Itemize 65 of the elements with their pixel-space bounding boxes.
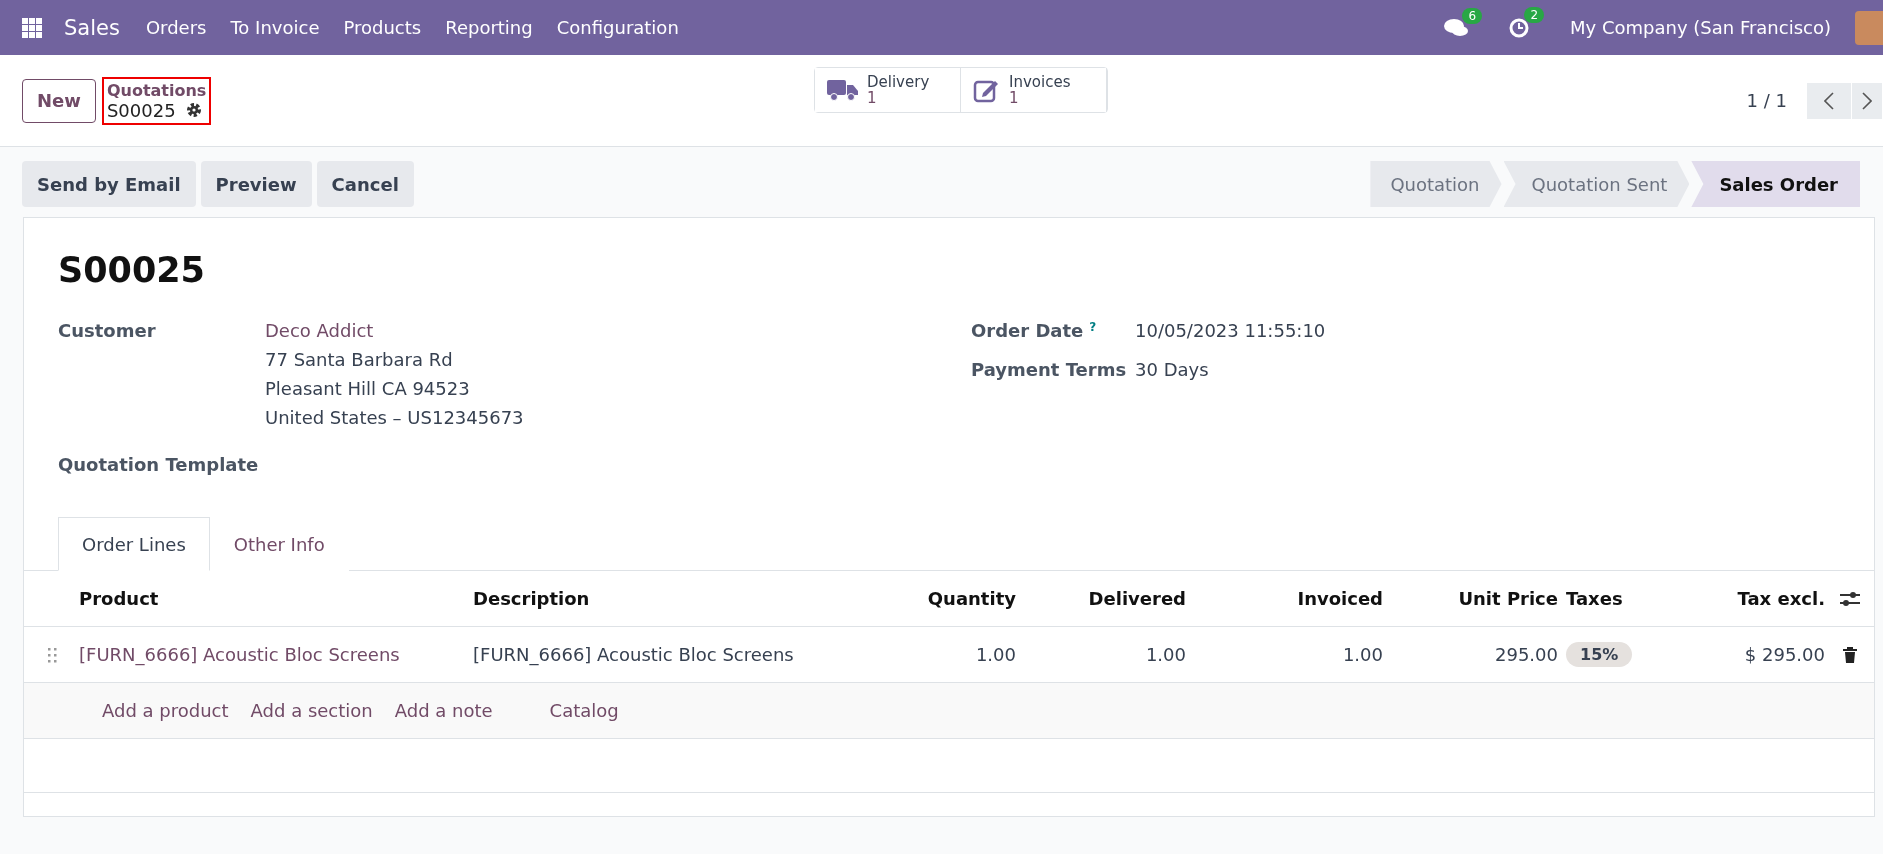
column-header[interactable]: Product — [79, 588, 473, 609]
column-header[interactable]: Invoiced — [1186, 588, 1383, 609]
field-value: 30 Days — [1135, 359, 1209, 380]
app-name[interactable]: Sales — [64, 15, 120, 40]
add-line-link[interactable]: Add a section — [250, 700, 373, 721]
gear-icon[interactable] — [185, 102, 202, 118]
address-line: United States – US12345673 — [265, 407, 524, 428]
next-button[interactable] — [1852, 82, 1882, 119]
table-cell-text: 1.00 — [1144, 644, 1186, 665]
trash-icon[interactable] — [1842, 646, 1857, 663]
status-step[interactable]: Quotation — [1370, 161, 1502, 207]
truck-icon — [827, 78, 859, 102]
table-cell-text: 295.00 — [1494, 644, 1558, 665]
menu-item[interactable]: Configuration — [556, 17, 679, 38]
chevron-right-icon — [1862, 91, 1872, 110]
activity-count: 2 — [1524, 6, 1545, 23]
form-tab[interactable]: Order Lines — [58, 517, 210, 571]
chevron-left-icon — [1824, 91, 1834, 110]
settings-icon[interactable] — [1839, 589, 1860, 608]
field-label: Quotation Template — [58, 454, 260, 475]
clock-icon[interactable] — [1508, 16, 1531, 39]
pager-value: 1 / 1 — [1746, 90, 1787, 111]
customer-link[interactable]: Deco Addict — [265, 320, 524, 341]
status-step[interactable]: Quotation Sent — [1503, 161, 1690, 207]
column-header[interactable]: Description — [473, 588, 883, 609]
tax-tag: 15% — [1566, 642, 1633, 667]
field-label: Order Date $^{?}$ — [971, 320, 1098, 341]
product-link[interactable]: [FURN_6666] Acoustic Bloc Screens — [79, 644, 473, 665]
record-name: S00025 — [106, 99, 176, 121]
table-cell-text: 1.00 — [1341, 644, 1383, 665]
menu-item[interactable]: Products — [343, 17, 422, 38]
message-count: 6 — [1462, 7, 1483, 24]
field-label: Payment Terms — [971, 359, 1128, 380]
status-step[interactable]: Sales Order — [1691, 161, 1860, 207]
previous-button[interactable] — [1807, 82, 1851, 119]
add-line-link[interactable]: Catalog — [549, 700, 619, 721]
apps-grid-icon[interactable] — [22, 17, 42, 38]
column-header[interactable]: Unit Price — [1383, 588, 1558, 609]
breadcrumb-link[interactable]: Quotations — [106, 80, 207, 100]
record-title: S00025 — [58, 250, 206, 290]
drag-handle-icon[interactable] — [46, 646, 57, 663]
chat-icon[interactable] — [1444, 17, 1469, 38]
action-button[interactable]: Preview — [200, 161, 312, 207]
action-button[interactable]: Cancel — [316, 161, 414, 207]
menu-item[interactable]: Orders — [145, 17, 207, 38]
table-cell-text: 1.00 — [974, 644, 1016, 665]
field-label: Customer — [58, 320, 157, 343]
table-cell-text: $ 295.00 — [1743, 644, 1825, 665]
menu-item[interactable]: Reporting — [445, 17, 533, 38]
add-line-link[interactable]: Add a product — [102, 700, 229, 721]
add-line-link[interactable]: Add a note — [394, 700, 493, 721]
smart-button[interactable]: Delivery 1 — [815, 68, 961, 112]
company-switcher[interactable]: My Company (San Francisco) — [1570, 17, 1831, 38]
table-cell-text: [FURN_6666] Acoustic Bloc Screens — [473, 644, 795, 665]
column-header[interactable]: Delivered — [1016, 588, 1186, 609]
address-line: Pleasant Hill CA 94523 — [265, 378, 471, 399]
field-value: 10/05/2023 11:55:10 — [1135, 320, 1326, 341]
column-header[interactable]: Taxes — [1558, 588, 1693, 609]
column-header[interactable]: Tax excl. — [1693, 588, 1825, 609]
new-button[interactable]: New — [22, 78, 96, 123]
action-button[interactable]: Send by Email — [22, 161, 196, 207]
menu-item[interactable]: To Invoice — [230, 17, 320, 38]
address-line: 77 Santa Barbara Rd — [265, 349, 454, 370]
column-header[interactable]: Quantity — [883, 588, 1016, 609]
help-mark[interactable]: ? — [1089, 320, 1097, 341]
